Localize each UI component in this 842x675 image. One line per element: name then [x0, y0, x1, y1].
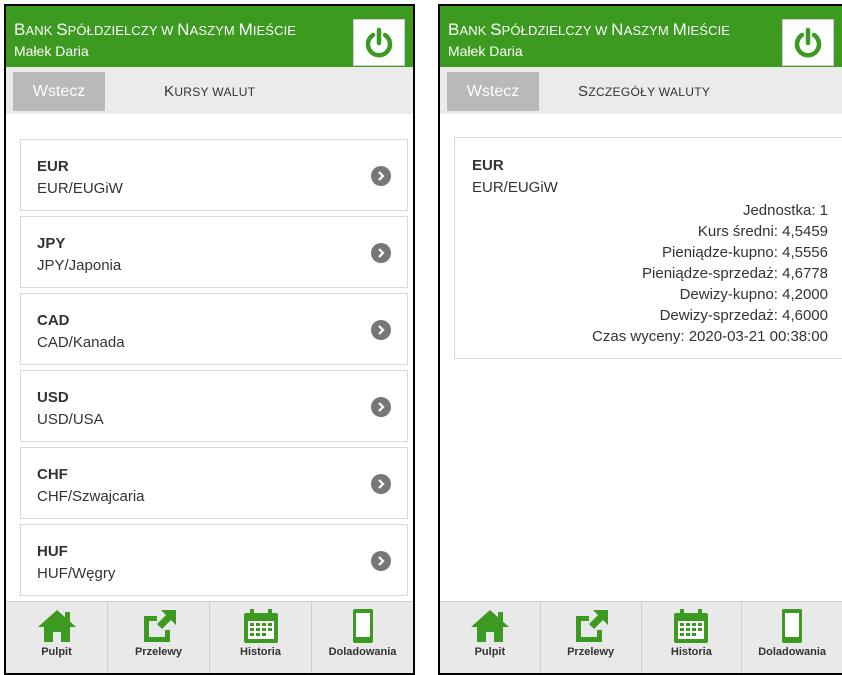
nav-label: Pulpit — [474, 646, 506, 658]
currency-name: USD/USA — [37, 411, 104, 428]
transfer-icon — [575, 610, 608, 642]
nav-doladowania[interactable]: Doladowania — [312, 602, 413, 673]
list-item[interactable]: CHF CHF/Szwajcaria — [20, 447, 408, 519]
transfer-buy-rate: Dewizy-kupno: 4,2000 — [679, 286, 828, 303]
currency-code: EUR — [37, 158, 69, 175]
currency-detail-screen: BANK SPÓŁDZIELCZY W NASZYM MIEŚCIE Małek… — [438, 4, 842, 675]
valuation-time: Czas wyceny: 2020-03-21 00:38:00 — [592, 328, 828, 345]
nav-pulpit[interactable]: Pulpit — [440, 602, 541, 673]
user-name: Małek Daria — [448, 43, 523, 59]
chevron-right-icon — [371, 320, 391, 340]
currency-code: CHF — [37, 466, 68, 483]
nav-label: Pulpit — [41, 646, 72, 658]
cash-buy-rate: Pieniądze-kupno: 4,5556 — [662, 244, 828, 261]
currency-name: CHF/Szwajcaria — [37, 488, 145, 505]
nav-przelewy[interactable]: Przelewy — [108, 602, 210, 673]
currency-list: EUR EUR/EUGiW JPY JPY/Japonia CAD CAD/Ka… — [6, 114, 413, 601]
average-rate: Kurs średni: 4,5459 — [697, 223, 828, 240]
back-button[interactable]: Wstecz — [447, 72, 539, 111]
currency-name: CAD/Kanada — [37, 334, 125, 351]
currency-code: HUF — [37, 543, 68, 560]
nav-pulpit[interactable]: Pulpit — [6, 602, 108, 673]
chevron-right-icon — [371, 166, 391, 186]
currency-name: EUR/EUGiW — [37, 180, 123, 197]
chevron-right-icon — [371, 474, 391, 494]
nav-label: Przelewy — [567, 646, 615, 658]
chevron-right-icon — [371, 397, 391, 417]
sub-toolbar: Wstecz KURSY WALUT — [6, 67, 413, 114]
app-header: BANK SPÓŁDZIELCZY W NASZYM MIEŚCIE Małek… — [6, 6, 413, 67]
chevron-right-icon — [371, 243, 391, 263]
rate-details: Jednostka: 1 Kurs średni: 4,5459 Pieniąd… — [592, 200, 828, 347]
page-title: KURSY WALUT — [164, 83, 256, 100]
nav-label: Doladowania — [328, 646, 397, 658]
currency-detail-card: EUR EUR/EUGiW Jednostka: 1 Kurs średni: … — [454, 137, 842, 359]
bank-name: BANK SPÓŁDZIELCZY W NASZYM MIEŚCIE — [448, 20, 731, 39]
nav-label: Przelewy — [134, 646, 183, 658]
sub-toolbar: Wstecz SZCZEGÓŁY WALUTY — [440, 67, 842, 114]
power-icon — [365, 27, 393, 57]
calendar-icon — [243, 609, 278, 643]
phone-icon — [352, 609, 373, 643]
transfer-sell-rate: Dewizy-sprzedaż: 4,6000 — [659, 307, 828, 324]
unit-value: Jednostka: 1 — [742, 202, 828, 219]
nav-label: Historia — [240, 646, 281, 658]
bottom-nav: Pulpit Przelewy Historia Doladowania — [6, 601, 413, 673]
list-item[interactable]: EUR EUR/EUGiW — [20, 139, 408, 211]
bank-name: BANK SPÓŁDZIELCZY W NASZYM MIEŚCIE — [14, 20, 297, 39]
home-icon — [470, 610, 509, 642]
logout-button[interactable] — [782, 19, 834, 66]
phone-icon — [782, 609, 803, 643]
transfer-icon — [143, 610, 176, 642]
list-item[interactable]: CAD CAD/Kanada — [20, 293, 408, 365]
calendar-icon — [674, 609, 709, 643]
currency-name: HUF/Węgry — [37, 565, 116, 582]
home-icon — [37, 610, 76, 642]
currency-code: USD — [37, 389, 69, 406]
currency-code: JPY — [37, 235, 66, 252]
currency-code: CAD — [37, 312, 70, 329]
currency-list-screen: BANK SPÓŁDZIELCZY W NASZYM MIEŚCIE Małek… — [4, 4, 415, 675]
list-item[interactable]: JPY JPY/Japonia — [20, 216, 408, 288]
app-header: BANK SPÓŁDZIELCZY W NASZYM MIEŚCIE Małek… — [440, 6, 842, 67]
list-item[interactable]: USD USD/USA — [20, 370, 408, 442]
currency-name: JPY/Japonia — [37, 257, 122, 274]
page-title: SZCZEGÓŁY WALUTY — [578, 83, 711, 100]
nav-historia[interactable]: Historia — [642, 602, 743, 673]
cash-sell-rate: Pieniądze-sprzedaż: 4,6778 — [642, 265, 828, 282]
nav-label: Doladowania — [758, 646, 827, 658]
bottom-nav: Pulpit Przelewy Historia Doladowania — [440, 601, 842, 673]
list-item[interactable]: HUF HUF/Węgry — [20, 524, 408, 596]
nav-historia[interactable]: Historia — [210, 602, 312, 673]
logout-button[interactable] — [353, 19, 405, 66]
nav-doladowania[interactable]: Doladowania — [742, 602, 842, 673]
nav-przelewy[interactable]: Przelewy — [541, 602, 642, 673]
nav-label: Historia — [670, 646, 712, 658]
power-icon — [794, 27, 822, 57]
currency-code: EUR — [472, 157, 504, 174]
currency-name: EUR/EUGiW — [472, 179, 558, 196]
user-name: Małek Daria — [14, 43, 89, 59]
back-button[interactable]: Wstecz — [13, 72, 105, 111]
chevron-right-icon — [371, 551, 391, 571]
